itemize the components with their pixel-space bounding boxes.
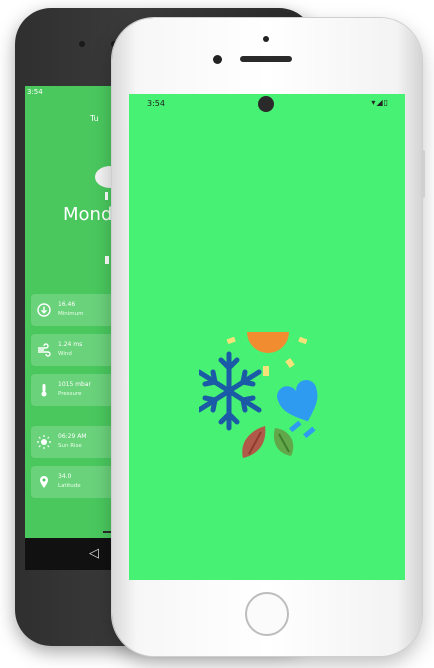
card-label: Wind: [58, 351, 72, 357]
card-value: 06:29 AM: [58, 433, 87, 440]
card-value: 34.0: [58, 473, 72, 480]
date-label: Tu: [90, 114, 99, 123]
divider: [105, 192, 108, 200]
sensor-dot: [79, 41, 85, 47]
snowflake-icon: [196, 351, 262, 431]
down-arrow-circle-icon: [37, 303, 51, 317]
status-time: 3:54: [147, 99, 165, 108]
back-triangle-icon[interactable]: ◁: [89, 546, 99, 561]
earpiece-speaker: [240, 56, 292, 62]
sun-icon: [226, 332, 308, 376]
home-button[interactable]: [245, 592, 289, 636]
wind-icon: [37, 343, 51, 357]
iphone: 3:54 ▾◢▯: [112, 18, 425, 656]
status-time: 3:54: [27, 88, 43, 96]
status-icons: ▾◢▯: [371, 98, 389, 107]
front-camera: [263, 36, 269, 42]
card-label: Pressure: [58, 391, 82, 397]
heart-icon: [277, 380, 318, 439]
card-value: 1.24 ms: [58, 341, 83, 348]
thermometer-icon: [37, 383, 51, 397]
card-value: 1015 mbar: [58, 381, 91, 388]
card-value: 16.46: [58, 301, 76, 308]
leaf-icon: [242, 426, 294, 458]
side-button: [421, 150, 425, 198]
card-label: Minimum: [58, 311, 84, 317]
location-pin-icon: [37, 475, 51, 489]
weather-app-logo: [196, 326, 335, 466]
card-label: Latitude: [58, 483, 81, 489]
splash-screen: 3:54 ▾◢▯: [129, 94, 405, 580]
divider: [105, 256, 109, 264]
proximity-sensor: [213, 55, 222, 64]
card-label: Sun Rise: [58, 443, 82, 449]
camera-punch-hole: [258, 96, 274, 112]
sun-icon: [37, 435, 51, 449]
